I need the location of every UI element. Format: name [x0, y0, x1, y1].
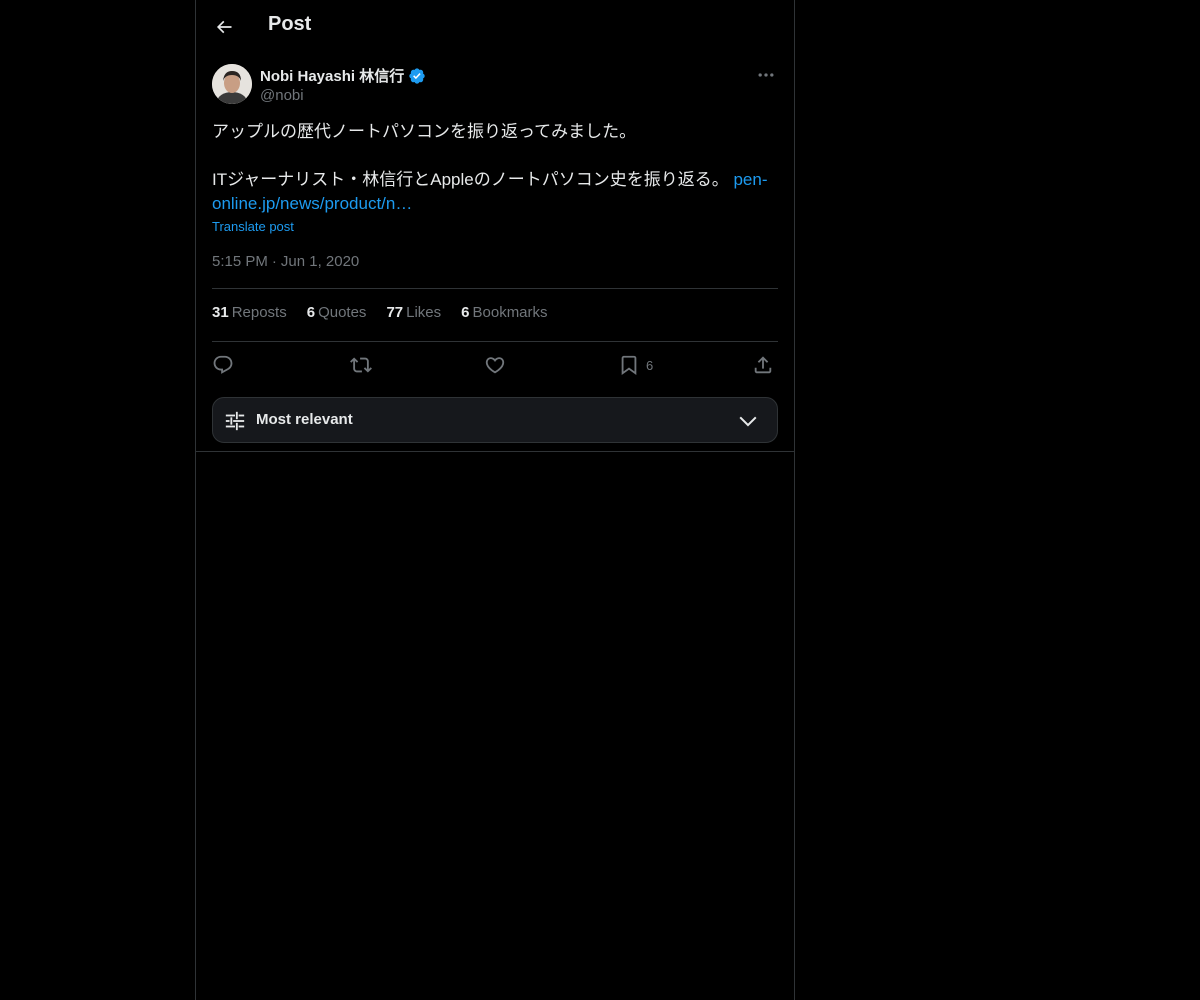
repost-icon: [350, 357, 372, 373]
post-text: アップルの歴代ノートパソコンを振り返ってみました。 ITジャーナリスト・林信行と…: [212, 120, 778, 216]
replies-sort-dropdown[interactable]: Most relevant: [212, 397, 778, 443]
post-text-line: ITジャーナリスト・林信行とAppleのノートパソコン史を振り返る。 pen-o…: [212, 168, 778, 216]
heart-icon: [485, 357, 505, 374]
author-display-name: Nobi Hayashi 林信行: [260, 68, 405, 85]
separator-dot: ·: [271, 253, 277, 270]
bookmark-button[interactable]: 6: [618, 352, 653, 378]
sort-label: Most relevant: [256, 411, 353, 428]
arrow-left-icon: [216, 20, 232, 34]
more-options-button[interactable]: [754, 64, 778, 86]
divider: [196, 451, 794, 452]
post-time: 5:15 PM: [212, 253, 268, 270]
repost-button[interactable]: [350, 352, 372, 378]
stat-label: Reposts: [231, 304, 287, 321]
post-actions: 6: [212, 352, 778, 378]
bookmark-icon: [621, 355, 637, 376]
bookmark-count: 6: [646, 357, 654, 373]
verified-badge-icon: [409, 67, 425, 84]
post-text-body: ITジャーナリスト・林信行とAppleのノートパソコン史を振り返る。: [212, 170, 734, 189]
avatar[interactable]: [212, 64, 252, 104]
stat-label: Quotes: [318, 304, 367, 321]
stat-bookmarks[interactable]: 6 Bookmarks: [461, 304, 547, 326]
stat-likes[interactable]: 77 Likes: [386, 304, 441, 326]
stat-quotes[interactable]: 6 Quotes: [307, 304, 367, 326]
post-stats: 31 Reposts 6 Quotes 77 Likes 6 Bookmarks: [212, 304, 568, 326]
primary-column: Post Nobi Hayashi 林信行 @nobi アップルの歴代ノートパソ…: [195, 0, 795, 1000]
reply-icon: [213, 355, 233, 374]
stat-count: 31: [212, 304, 229, 321]
avatar-image: [212, 64, 252, 104]
share-button[interactable]: [752, 352, 774, 378]
post-timestamp[interactable]: 5:15 PM · Jun 1, 2020: [212, 253, 359, 270]
page-title: Post: [268, 13, 312, 35]
stat-count: 6: [306, 304, 316, 321]
post-text-spacer: [212, 144, 778, 168]
back-button[interactable]: [208, 10, 240, 44]
reply-button[interactable]: [212, 352, 234, 378]
divider: [212, 341, 778, 342]
author-name[interactable]: Nobi Hayashi 林信行: [260, 65, 426, 86]
stat-label: Bookmarks: [472, 304, 548, 321]
post-text-line: アップルの歴代ノートパソコンを振り返ってみました。: [212, 122, 637, 141]
translate-post-link[interactable]: Translate post: [212, 219, 294, 234]
author-handle[interactable]: @nobi: [260, 87, 304, 104]
chevron-down-icon: [739, 416, 757, 427]
stat-count: 77: [386, 304, 404, 321]
page-header: Post: [196, 0, 794, 53]
share-icon: [754, 356, 772, 374]
stat-reposts[interactable]: 31 Reposts: [212, 304, 287, 326]
post-date: Jun 1, 2020: [280, 253, 360, 270]
like-button[interactable]: [484, 352, 506, 378]
divider: [212, 288, 778, 289]
sliders-icon: [225, 411, 245, 431]
stat-count: 6: [461, 304, 470, 321]
stat-label: Likes: [406, 304, 442, 321]
more-horizontal-icon: [758, 73, 774, 77]
